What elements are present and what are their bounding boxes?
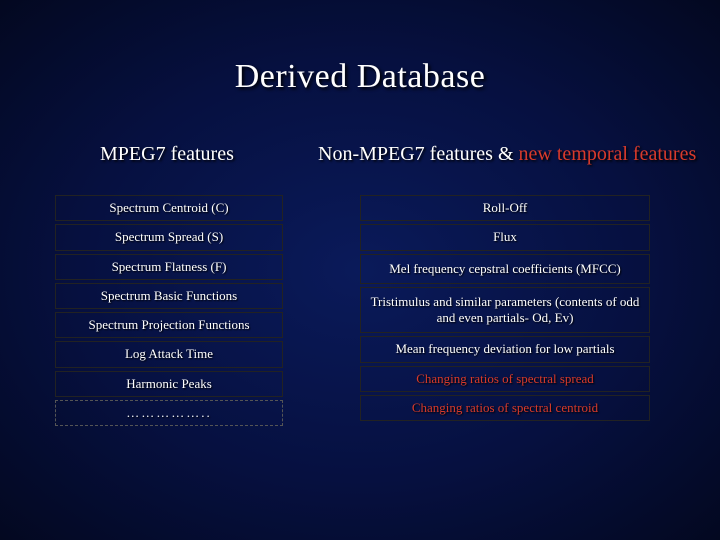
right-column-heading: Non-MPEG7 features & new temporal featur… [318,143,696,166]
list-item-new: Changing ratios of spectral centroid [360,395,650,421]
list-item-ellipsis: …………….. [55,400,283,426]
list-item: Log Attack Time [55,341,283,367]
right-heading-plain: Non-MPEG7 features & [318,143,519,165]
page-title: Derived Database [0,58,720,96]
left-feature-list: Spectrum Centroid (C) Spectrum Spread (S… [55,195,283,429]
list-item: Spectrum Basic Functions [55,283,283,309]
right-heading-red: new temporal features [519,143,697,165]
list-item: Tristimulus and similar parameters (cont… [360,287,650,334]
list-item: Spectrum Projection Functions [55,312,283,338]
left-column-heading: MPEG7 features [100,143,234,166]
list-item: Harmonic Peaks [55,371,283,397]
right-feature-list: Roll-Off Flux Mel frequency cepstral coe… [360,195,650,424]
slide: Derived Database MPEG7 features Non-MPEG… [0,0,720,540]
list-item: Spectrum Flatness (F) [55,254,283,280]
list-item: Mel frequency cepstral coefficients (MFC… [360,254,650,284]
list-item: Spectrum Centroid (C) [55,195,283,221]
list-item-new: Changing ratios of spectral spread [360,366,650,392]
list-item: Flux [360,224,650,250]
list-item: Mean frequency deviation for low partial… [360,336,650,362]
list-item: Roll-Off [360,195,650,221]
list-item: Spectrum Spread (S) [55,224,283,250]
